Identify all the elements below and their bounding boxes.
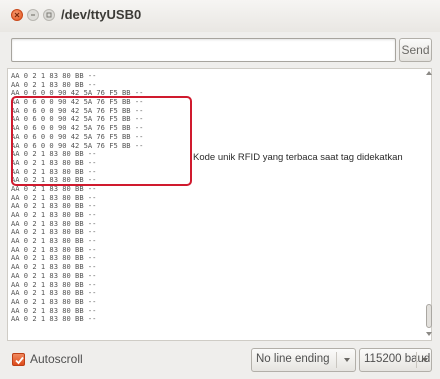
- chevron-down-icon: [422, 358, 428, 362]
- autoscroll-label[interactable]: Autoscroll: [30, 352, 83, 366]
- line-ending-select[interactable]: No line ending: [251, 348, 356, 372]
- serial-output[interactable]: AA 0 2 1 83 80 BB -- AA 0 2 1 83 80 BB --…: [7, 68, 432, 341]
- baud-rate-select[interactable]: 115200 baud: [359, 348, 432, 372]
- minimize-button[interactable]: [27, 9, 39, 21]
- maximize-button[interactable]: [43, 9, 55, 21]
- scroll-down-arrow-icon[interactable]: [426, 332, 432, 336]
- select-divider: [336, 352, 337, 368]
- scroll-up-arrow-icon[interactable]: [426, 71, 432, 75]
- serial-monitor-window: /dev/ttyUSB0 Send AA 0 2 1 83 80 BB -- AA…: [0, 0, 440, 379]
- scroll-thumb[interactable]: [426, 304, 432, 328]
- minimize-icon: [31, 14, 35, 16]
- close-button[interactable]: [11, 9, 23, 21]
- send-button[interactable]: Send: [399, 38, 432, 62]
- maximize-icon: [46, 12, 52, 18]
- title-bar: /dev/ttyUSB0: [0, 0, 440, 32]
- baud-rate-value: 115200 baud: [364, 353, 431, 365]
- chevron-down-icon: [344, 358, 350, 362]
- send-input-field[interactable]: [11, 38, 396, 62]
- vertical-scrollbar[interactable]: [426, 69, 432, 340]
- annotation-text: Kode unik RFID yang terbaca saat tag did…: [193, 152, 403, 163]
- window-title: /dev/ttyUSB0: [61, 7, 142, 22]
- line-ending-value: No line ending: [256, 353, 330, 365]
- send-input[interactable]: [12, 39, 395, 62]
- serial-line: AA 0 2 1 83 80 BB --: [11, 314, 97, 324]
- checkmark-icon: [15, 356, 24, 365]
- close-icon: [14, 12, 20, 18]
- autoscroll-checkbox[interactable]: [12, 353, 25, 366]
- select-divider: [416, 352, 417, 368]
- highlight-box: [11, 96, 192, 186]
- footer-bar: Autoscroll No line ending 115200 baud: [0, 345, 440, 379]
